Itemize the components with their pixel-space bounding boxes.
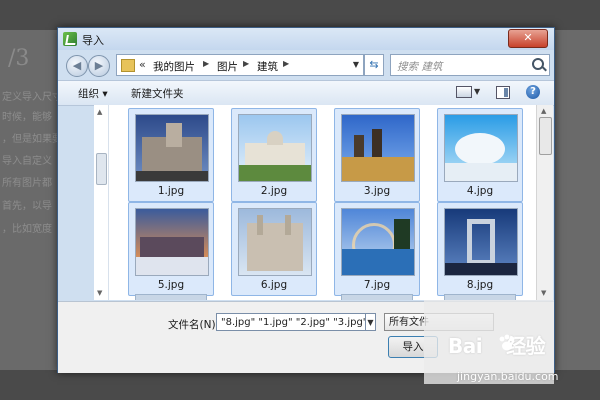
organize-button[interactable]: 组织 ▾ xyxy=(78,86,108,101)
thumbnail-snowy-village xyxy=(135,208,209,276)
thumbnail-palace xyxy=(135,114,209,182)
address-bar[interactable]: « 我的图片 ▶ 图片 ▶ 建筑 ▶ ▼ xyxy=(116,54,364,76)
search-icon[interactable] xyxy=(532,58,544,70)
thumbnail-pavilion xyxy=(238,114,312,182)
scrollbar-thumb[interactable] xyxy=(539,117,552,155)
view-icon[interactable] xyxy=(456,86,472,98)
watermark-url: jingyan.baidu.com xyxy=(457,370,559,383)
chevron-down-icon[interactable]: ▼ xyxy=(365,313,376,331)
file-item-partial[interactable] xyxy=(341,294,413,300)
paw-icon xyxy=(499,334,515,351)
file-item-2[interactable]: 2.jpg xyxy=(231,108,317,202)
file-item-3[interactable]: 3.jpg xyxy=(334,108,420,202)
scroll-down-icon[interactable]: ▼ xyxy=(97,289,102,297)
app-logo-icon xyxy=(63,32,77,46)
dialog-title: 导入 xyxy=(82,34,104,47)
title-bar[interactable]: 导入 ✕ xyxy=(58,28,554,50)
file-name: 1.jpg xyxy=(157,185,185,197)
file-list-scrollbar[interactable]: ▲ ▼ xyxy=(536,105,553,300)
thumbnail-cathedral-square xyxy=(341,114,415,182)
file-name: 7.jpg xyxy=(363,279,391,291)
filename-input[interactable]: "8.jpg" "1.jpg" "2.jpg" "3.jpg" " xyxy=(216,313,374,331)
arrow-right-icon: ▶ xyxy=(94,59,104,72)
file-item-6[interactable]: 6.jpg xyxy=(231,202,317,296)
thumbnail-frosted-trees xyxy=(444,114,518,182)
file-item-7[interactable]: 7.jpg xyxy=(334,202,420,296)
file-name: 2.jpg xyxy=(260,185,288,197)
file-item-8[interactable]: 8.jpg xyxy=(437,202,523,296)
chevron-right-icon[interactable]: ▶ xyxy=(203,59,209,68)
preview-pane-icon[interactable] xyxy=(496,86,510,99)
search-input[interactable]: 搜索 建筑 xyxy=(390,54,550,76)
baidu-logo-text: Bai xyxy=(448,334,483,358)
arrow-left-icon: ◀ xyxy=(72,59,82,72)
chevron-down-icon[interactable]: ▼ xyxy=(353,60,359,69)
folder-icon xyxy=(121,59,135,72)
close-button[interactable]: ✕ xyxy=(508,29,548,48)
back-button[interactable]: ◀ xyxy=(66,55,88,77)
refresh-icon: ⇆ xyxy=(369,58,379,71)
file-name: 4.jpg xyxy=(466,185,494,197)
scroll-down-icon[interactable]: ▼ xyxy=(541,289,546,297)
search-placeholder: 搜索 建筑 xyxy=(397,61,443,73)
file-name: 3.jpg xyxy=(363,185,391,197)
help-icon[interactable]: ? xyxy=(526,85,540,99)
scroll-up-icon[interactable]: ▲ xyxy=(541,107,546,115)
file-item-partial[interactable] xyxy=(135,294,207,300)
thumbnail-modern-tower xyxy=(444,208,518,276)
forward-button[interactable]: ▶ xyxy=(88,55,110,77)
breadcrumb-my-pictures[interactable]: 我的图片 xyxy=(153,59,195,74)
file-name: 6.jpg xyxy=(260,279,288,291)
chevron-down-icon[interactable]: ▼ xyxy=(474,87,480,96)
background-line: 首先，以导 xyxy=(2,201,52,212)
background-line: 所有图片都 xyxy=(2,178,52,189)
scroll-up-icon[interactable]: ▲ xyxy=(97,108,102,116)
file-name: 5.jpg xyxy=(157,279,185,291)
filename-label: 文件名(N): xyxy=(168,319,220,331)
file-item-4[interactable]: 4.jpg xyxy=(437,108,523,202)
thumbnail-seaside-rainbow xyxy=(341,208,415,276)
breadcrumb-overflow[interactable]: « xyxy=(139,58,146,71)
background-line: ，比如宽度 xyxy=(2,224,52,235)
nav-scrollbar-thumb[interactable] xyxy=(96,153,107,185)
file-list: 1.jpg 2.jpg 3.jpg 4.jpg 5.jpg 6.jpg 7.jp… xyxy=(109,105,536,300)
refresh-button[interactable]: ⇆ xyxy=(364,54,384,76)
chevron-right-icon[interactable]: ▶ xyxy=(283,59,289,68)
background-line: 时候，能够 xyxy=(2,112,52,123)
file-item-5[interactable]: 5.jpg xyxy=(128,202,214,296)
background-line: 定义导入尺寸 xyxy=(2,92,62,103)
file-item-1[interactable]: 1.jpg xyxy=(128,108,214,202)
background-heading: /3 xyxy=(8,46,30,71)
chevron-right-icon[interactable]: ▶ xyxy=(243,59,249,68)
new-folder-button[interactable]: 新建文件夹 xyxy=(131,86,184,101)
breadcrumb-architecture[interactable]: 建筑 xyxy=(257,59,278,74)
toolbar: 组织 ▾ 新建文件夹 ▼ ? xyxy=(58,80,554,106)
file-name: 8.jpg xyxy=(466,279,494,291)
navigation-pane[interactable]: ▲ ▼ xyxy=(94,105,109,300)
background-line: ，但是如果要 xyxy=(2,134,62,145)
thumbnail-gothic-cathedral xyxy=(238,208,312,276)
background-line: 导入自定义 xyxy=(2,156,52,167)
breadcrumb-pictures[interactable]: 图片 xyxy=(217,59,238,74)
